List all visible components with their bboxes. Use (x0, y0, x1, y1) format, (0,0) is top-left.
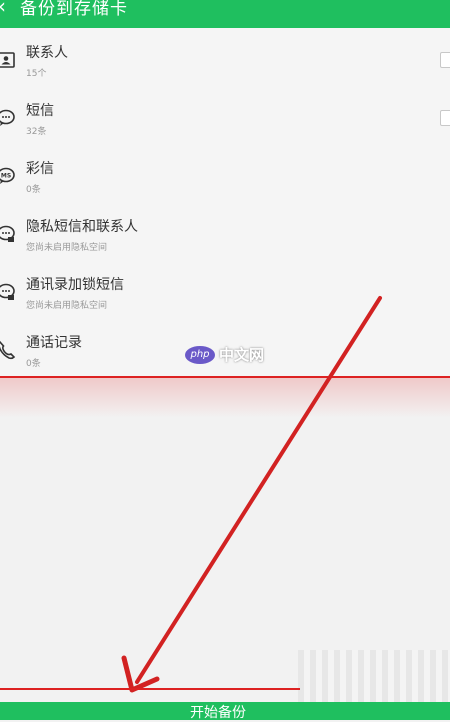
annotation-bottom-line (0, 688, 300, 690)
blurred-area (298, 650, 450, 702)
start-backup-button[interactable]: 开始备份 (190, 702, 246, 722)
footer-bar: 开始备份 (0, 702, 450, 722)
annotation-arrow (121, 296, 382, 693)
